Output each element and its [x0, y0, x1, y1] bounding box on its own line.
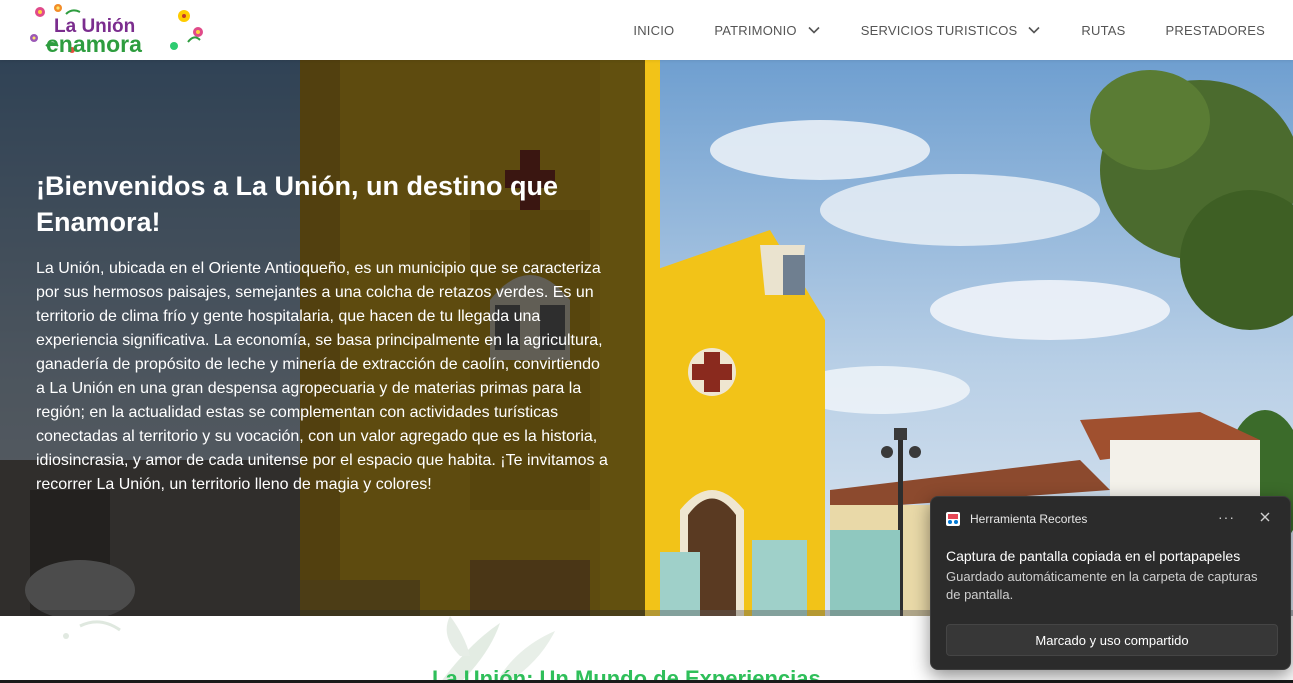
logo-text-bottom: enamora — [46, 31, 142, 56]
snipping-tool-icon — [945, 511, 961, 527]
nav-item-label: INICIO — [633, 22, 675, 38]
notification-body: Guardado automáticamente en la carpeta d… — [946, 569, 1258, 602]
markup-and-share-button[interactable]: Marcado y uso compartido — [946, 624, 1278, 656]
hero-description: La Unión, ubicada en el Oriente Antioque… — [36, 260, 608, 493]
nav-item-rutas[interactable]: RUTAS — [1081, 23, 1125, 38]
notification-app-name: Herramienta Recortes — [970, 512, 1088, 526]
main-nav: INICIO PATRIMONIO SERVICIOS TURISTICOS R… — [593, 0, 1265, 60]
nav-item-label: RUTAS — [1081, 22, 1126, 38]
site-logo[interactable]: La Unión enamora — [28, 2, 208, 57]
nav-item-label: SERVICIOS TURISTICOS — [860, 22, 1018, 38]
site-header: La Unión enamora INICIO PATRIMONIO SERVI… — [0, 0, 1293, 60]
nav-item-label: PATRIMONIO — [714, 22, 797, 38]
hero-title: ¡Bienvenidos a La Unión, un destino que … — [36, 171, 559, 237]
nav-item-patrimonio[interactable]: PATRIMONIO — [714, 23, 820, 38]
close-icon[interactable] — [1258, 510, 1272, 524]
snipping-tool-notification[interactable]: Herramienta Recortes ··· Captura de pant… — [930, 496, 1291, 670]
nav-item-servicios-turisticos[interactable]: SERVICIOS TURISTICOS — [861, 23, 1042, 38]
chevron-down-icon — [807, 23, 821, 37]
nav-item-prestadores[interactable]: PRESTADORES — [1166, 23, 1265, 38]
notification-title: Captura de pantalla copiada en el portap… — [946, 548, 1241, 564]
more-options-icon[interactable]: ··· — [1218, 509, 1235, 525]
nav-item-inicio[interactable]: INICIO — [633, 23, 674, 38]
notification-header: Herramienta Recortes — [945, 511, 1087, 527]
chevron-down-icon — [1027, 23, 1041, 37]
nav-item-label: PRESTADORES — [1165, 22, 1265, 38]
